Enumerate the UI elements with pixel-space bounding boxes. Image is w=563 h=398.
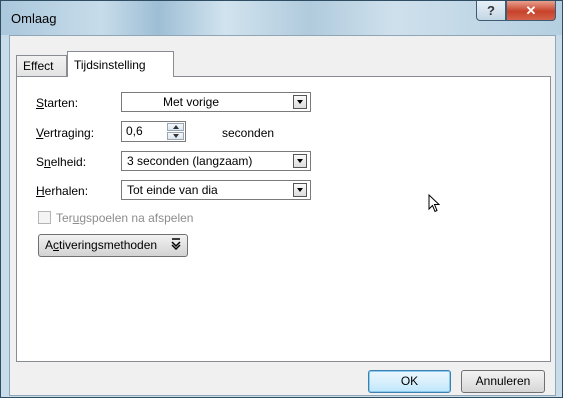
dialog-client-area: Effect Tijdsinstelling Starten: Met vori… <box>9 35 556 396</box>
repeat-label: Herhalen: <box>36 184 89 198</box>
close-button[interactable]: ✕ <box>506 1 556 21</box>
rewind-checkbox[interactable] <box>38 211 51 224</box>
delay-value: 0,6 <box>126 124 143 138</box>
start-select-value: Met vorige <box>163 95 220 109</box>
delay-spinner[interactable]: 0,6 <box>121 121 186 142</box>
triggers-button-label: Activeringsmethoden <box>45 238 158 252</box>
repeat-select-value: Tot einde van dia <box>127 183 218 197</box>
start-label: Starten: <box>36 96 79 110</box>
triggers-button[interactable]: Activeringsmethoden <box>38 234 188 257</box>
delay-unit: seconden <box>222 126 275 140</box>
repeat-select[interactable]: Tot einde van dia <box>121 180 311 200</box>
mouse-cursor-icon <box>428 193 441 216</box>
cancel-button[interactable]: Annuleren <box>461 370 545 393</box>
question-mark-icon: ? <box>487 3 495 18</box>
ok-button[interactable]: OK <box>368 370 451 393</box>
speed-select-value: 3 seconden (langzaam) <box>127 154 253 168</box>
double-chevron-down-icon <box>171 238 181 254</box>
tab-effect[interactable]: Effect <box>16 55 67 76</box>
timing-tab-panel: Starten: Met vorige Vertraging: 0,6 seco… <box>16 76 551 362</box>
speed-label: Snelheid: <box>36 155 87 169</box>
dialog-window: Omlaag ? ✕ Effect Tijdsinstelling Starte… <box>0 0 563 398</box>
spin-down-icon[interactable] <box>167 132 184 140</box>
start-select[interactable]: Met vorige <box>121 92 311 112</box>
tab-effect-label: Effect <box>23 59 54 73</box>
dialog-title: Omlaag <box>11 11 57 26</box>
tab-timing-label: Tijdsinstelling <box>74 58 146 72</box>
tab-timing[interactable]: Tijdsinstelling <box>67 51 174 77</box>
title-bar[interactable]: Omlaag ? ✕ <box>1 1 562 35</box>
delay-spin-buttons <box>167 123 184 140</box>
spin-up-icon[interactable] <box>167 123 184 131</box>
rewind-label: Terugspoelen na afspelen <box>56 211 194 225</box>
chevron-down-icon[interactable] <box>293 154 307 168</box>
chevron-down-icon[interactable] <box>293 183 307 197</box>
help-button[interactable]: ? <box>476 1 506 21</box>
close-icon: ✕ <box>525 2 537 18</box>
chevron-down-icon[interactable] <box>293 95 307 109</box>
speed-select[interactable]: 3 seconden (langzaam) <box>121 151 311 171</box>
delay-label: Vertraging: <box>36 126 95 140</box>
